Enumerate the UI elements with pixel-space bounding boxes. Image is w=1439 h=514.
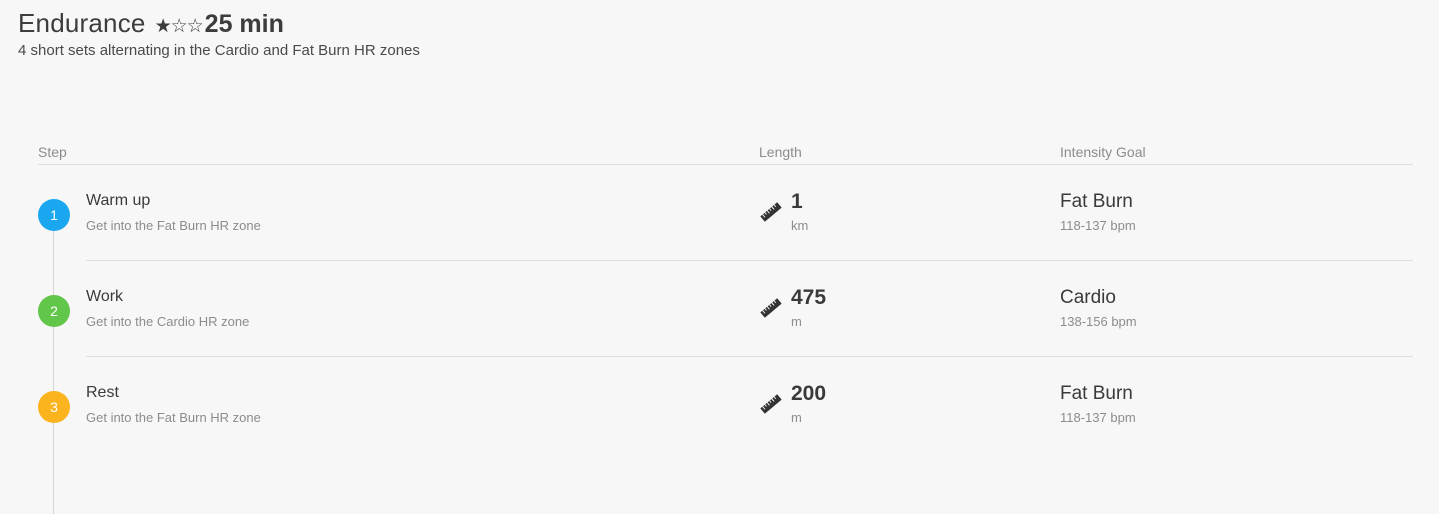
ruler-icon (760, 394, 782, 414)
title-row: Endurance ★☆☆ 25 min (18, 8, 420, 42)
step-name: Warm up (86, 192, 151, 209)
step-description: Get into the Fat Burn HR zone (86, 218, 261, 233)
step-number-badge: 3 (38, 391, 70, 423)
step-number-badge: 2 (38, 295, 70, 327)
table-row: 1 Warm up Get into the Fat Burn HR zone … (38, 165, 1413, 261)
intensity-zone: Fat Burn (1060, 191, 1133, 212)
column-header-length: Length (759, 144, 802, 160)
length-value: 1 (791, 190, 803, 213)
table-row: 2 Work Get into the Cardio HR zone 475 m… (38, 261, 1413, 357)
length-value: 475 (791, 286, 827, 309)
ruler-icon (760, 298, 782, 318)
workout-title: Endurance (18, 8, 146, 38)
steps-table: Step Length Intensity Goal 1 Warm up Get… (38, 140, 1413, 514)
length-unit: m (791, 410, 802, 425)
intensity-zone: Fat Burn (1060, 383, 1133, 404)
step-name: Work (86, 288, 124, 305)
length-unit: km (791, 218, 809, 233)
intensity-zone: Cardio (1060, 287, 1116, 308)
intensity-bpm: 118-137 bpm (1060, 410, 1136, 425)
workout-subtitle: 4 short sets alternating in the Cardio a… (18, 42, 420, 59)
workout-header: Endurance ★☆☆ 25 min 4 short sets altern… (18, 8, 420, 59)
step-description: Get into the Fat Burn HR zone (86, 410, 261, 425)
length-unit: m (791, 314, 802, 329)
table-header: Step Length Intensity Goal (38, 140, 1413, 165)
ruler-icon (760, 202, 782, 222)
step-name: Rest (86, 384, 119, 401)
length-value: 200 (791, 382, 827, 405)
intensity-bpm: 118-137 bpm (1060, 218, 1136, 233)
difficulty-stars-icon: ★☆☆ (154, 15, 204, 37)
table-row: 3 Rest Get into the Fat Burn HR zone 200… (38, 357, 1413, 453)
column-header-step: Step (38, 144, 67, 160)
column-header-intensity: Intensity Goal (1060, 144, 1146, 160)
workout-duration: 25 min (204, 10, 284, 38)
step-description: Get into the Cardio HR zone (86, 314, 250, 329)
step-number-badge: 1 (38, 199, 70, 231)
intensity-bpm: 138-156 bpm (1060, 314, 1137, 329)
